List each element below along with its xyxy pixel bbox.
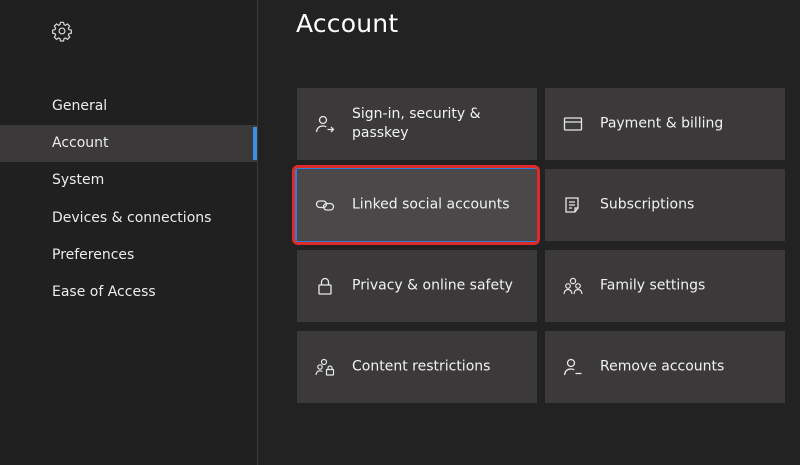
sidebar-item-general[interactable]: General xyxy=(0,88,257,125)
sidebar-item-label: Account xyxy=(52,135,109,152)
sidebar-item-ease-of-access[interactable]: Ease of Access xyxy=(0,274,257,311)
sidebar-item-devices-connections[interactable]: Devices & connections xyxy=(0,200,257,237)
sidebar-item-preferences[interactable]: Preferences xyxy=(0,237,257,274)
link-icon xyxy=(315,195,335,215)
people-lock-icon xyxy=(315,357,335,377)
sidebar-item-account[interactable]: Account xyxy=(0,125,257,163)
tile-label: Subscriptions xyxy=(600,196,695,213)
tile-content-restrictions[interactable]: Content restrictions xyxy=(297,331,537,403)
tile-family-settings[interactable]: Family settings xyxy=(545,250,785,322)
credit-card-icon xyxy=(563,114,583,134)
tile-linked-social-accounts[interactable]: Linked social accounts xyxy=(295,167,539,243)
family-icon xyxy=(563,276,583,296)
tile-label: Sign-in, security & passkey xyxy=(352,106,481,141)
tile-label: Remove accounts xyxy=(600,358,725,375)
tile-label: Linked social accounts xyxy=(352,196,510,213)
sidebar-item-label: General xyxy=(52,98,108,114)
tile-label: Payment & billing xyxy=(600,115,724,132)
tile-label: Content restrictions xyxy=(352,358,491,375)
sidebar-item-label: Preferences xyxy=(52,246,135,263)
lock-icon xyxy=(315,276,335,296)
tile-subscriptions[interactable]: Subscriptions xyxy=(545,169,785,241)
settings-app: General Account System Devices & connect… xyxy=(0,0,800,465)
sidebar-item-label: Ease of Access xyxy=(52,283,156,300)
page-title: Account xyxy=(296,9,399,38)
tile-payment-billing[interactable]: Payment & billing xyxy=(545,88,785,160)
document-list-icon xyxy=(563,195,583,215)
tile-label: Privacy & online safety xyxy=(352,277,513,294)
sidebar-item-label: Devices & connections xyxy=(52,209,212,226)
sidebar-divider xyxy=(257,0,258,465)
tile-remove-accounts[interactable]: Remove accounts xyxy=(545,331,785,403)
tile-privacy-online-safety[interactable]: Privacy & online safety xyxy=(297,250,537,322)
sidebar-item-label: System xyxy=(52,172,105,189)
gear-icon xyxy=(51,20,73,42)
person-arrow-icon xyxy=(315,114,335,134)
sidebar: General Account System Devices & connect… xyxy=(0,0,257,465)
tile-sign-in-security[interactable]: Sign-in, security & passkey xyxy=(297,88,537,160)
sidebar-item-system[interactable]: System xyxy=(0,162,257,199)
person-minus-icon xyxy=(563,357,583,377)
sidebar-nav: General Account System Devices & connect… xyxy=(0,88,257,311)
tile-label: Family settings xyxy=(600,277,706,294)
